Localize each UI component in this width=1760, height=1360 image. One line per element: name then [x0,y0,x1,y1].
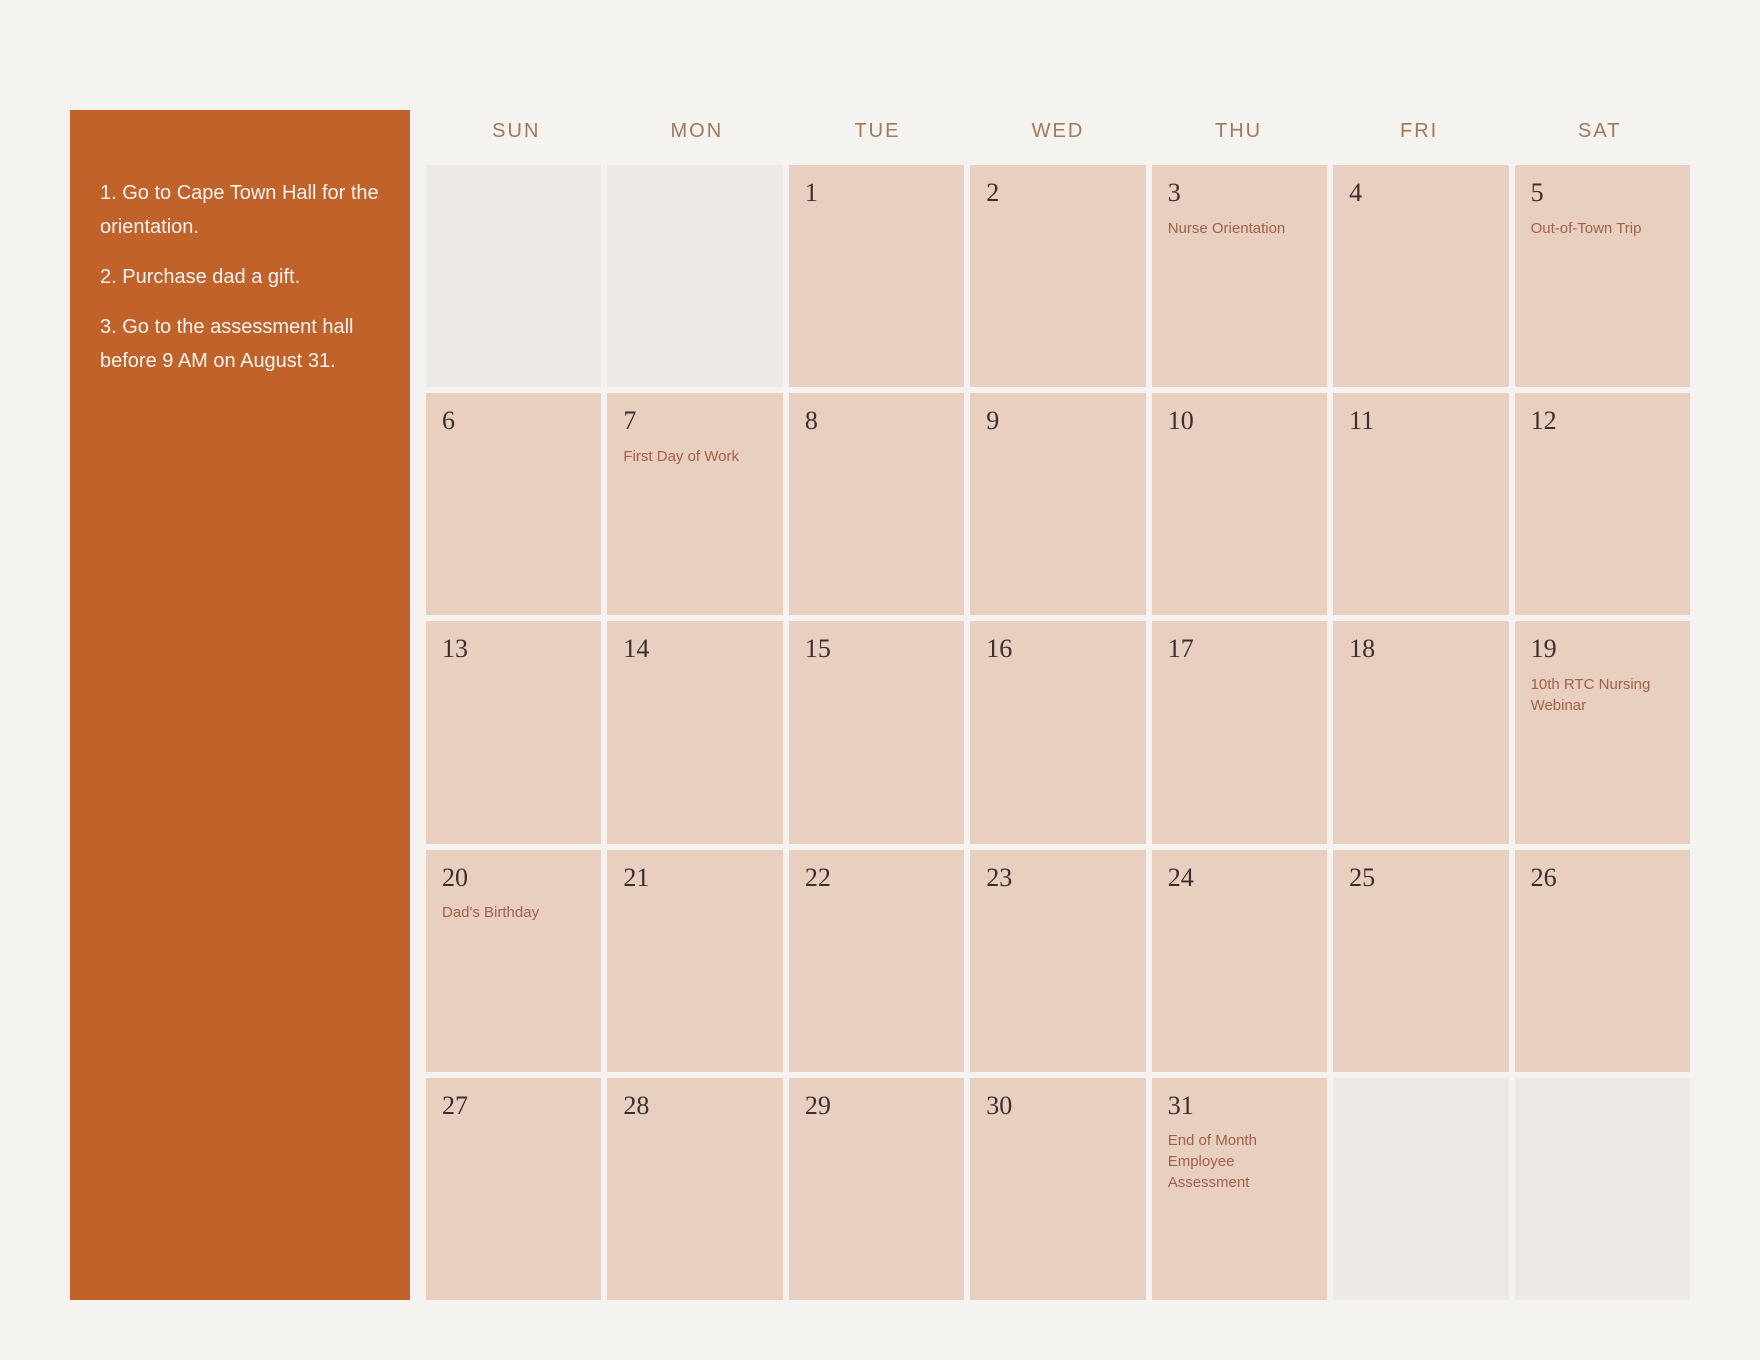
cell-number: 18 [1349,635,1492,664]
calendar-cell: 28 [607,1078,782,1300]
cell-number: 10 [1168,407,1311,436]
cell-event: 10th RTC Nursing Webinar [1531,674,1674,716]
calendar-week-4: 20 Dad's Birthday 21 22 23 24 25 26 [426,850,1690,1072]
calendar-cell: 21 [607,850,782,1072]
page: 1. Go to Cape Town Hall for the orientat… [0,0,1760,1360]
calendar-days-header: SUNMONTUEWEDTHUFRISAT [426,110,1690,159]
cell-number: 29 [805,1092,948,1121]
cell-event: Out-of-Town Trip [1531,218,1674,239]
cell-event: End of Month Employee Assessment [1168,1130,1311,1193]
main-content: 1. Go to Cape Town Hall for the orientat… [70,110,1690,1300]
calendar-cell: 3 Nurse Orientation [1152,165,1327,387]
calendar-week-1: 1 2 3 Nurse Orientation 4 5 Out-of-Town Trip [426,165,1690,387]
cell-number: 11 [1349,407,1492,436]
calendar-cell: 6 [426,393,601,615]
cell-number: 9 [986,407,1129,436]
calendar-cell [1515,1078,1690,1300]
cell-number: 26 [1531,864,1674,893]
calendar-cell: 31 End of Month Employee Assessment [1152,1078,1327,1300]
calendar-cell: 11 [1333,393,1508,615]
cell-number: 23 [986,864,1129,893]
calendar-cell: 8 [789,393,964,615]
calendar-cell: 1 [789,165,964,387]
calendar-week-2: 6 7 First Day of Work 8 9 10 11 12 [426,393,1690,615]
cell-number: 8 [805,407,948,436]
calendar-week-5: 27 28 29 30 31 End of Month Employee Assessme… [426,1078,1690,1300]
calendar-cell: 30 [970,1078,1145,1300]
cell-number: 21 [623,864,766,893]
day-header-mon: MON [607,110,788,159]
note-item: 3. Go to the assessment hall before 9 AM… [100,310,380,378]
calendar-cell: 12 [1515,393,1690,615]
day-header-sun: SUN [426,110,607,159]
calendar-cell [607,165,782,387]
calendar-grid: 123Nurse Orientation45Out-of-Town Trip67… [426,165,1690,1300]
calendar-cell: 13 [426,621,601,843]
calendar-cell: 2 [970,165,1145,387]
cell-number: 3 [1168,179,1311,208]
header [70,60,1690,70]
notes-body: 1. Go to Cape Town Hall for the orientat… [70,146,410,1300]
cell-number: 31 [1168,1092,1311,1121]
cell-number: 22 [805,864,948,893]
calendar-cell: 20 Dad's Birthday [426,850,601,1072]
calendar-cell [426,165,601,387]
calendar-cell: 17 [1152,621,1327,843]
cell-number: 15 [805,635,948,664]
note-item: 2. Purchase dad a gift. [100,260,380,294]
cell-number: 25 [1349,864,1492,893]
calendar-cell: 27 [426,1078,601,1300]
calendar-cell: 5 Out-of-Town Trip [1515,165,1690,387]
cell-event: Nurse Orientation [1168,218,1311,239]
calendar-cell: 9 [970,393,1145,615]
calendar-cell: 24 [1152,850,1327,1072]
day-header-fri: FRI [1329,110,1510,159]
calendar-cell: 29 [789,1078,964,1300]
cell-number: 13 [442,635,585,664]
cell-number: 19 [1531,635,1674,664]
day-header-sat: SAT [1509,110,1690,159]
cell-number: 5 [1531,179,1674,208]
calendar-cell: 26 [1515,850,1690,1072]
cell-number: 2 [986,179,1129,208]
cell-number: 30 [986,1092,1129,1121]
cell-number: 16 [986,635,1129,664]
cell-number: 17 [1168,635,1311,664]
cell-number: 27 [442,1092,585,1121]
cell-event: Dad's Birthday [442,902,585,923]
cell-number: 12 [1531,407,1674,436]
cell-number: 6 [442,407,585,436]
cell-number: 14 [623,635,766,664]
cell-event: First Day of Work [623,446,766,467]
day-header-thu: THU [1148,110,1329,159]
calendar-cell: 19 10th RTC Nursing Webinar [1515,621,1690,843]
calendar-cell: 23 [970,850,1145,1072]
calendar-cell: 4 [1333,165,1508,387]
cell-number: 20 [442,864,585,893]
cell-number: 1 [805,179,948,208]
calendar-cell: 10 [1152,393,1327,615]
calendar-cell [1333,1078,1508,1300]
calendar-cell: 7 First Day of Work [607,393,782,615]
calendar-week-3: 13 14 15 16 17 18 19 10th RTC Nursing Webinar [426,621,1690,843]
calendar-cell: 25 [1333,850,1508,1072]
calendar-cell: 16 [970,621,1145,843]
cell-number: 28 [623,1092,766,1121]
calendar-cell: 14 [607,621,782,843]
cell-number: 7 [623,407,766,436]
note-item: 1. Go to Cape Town Hall for the orientat… [100,176,380,244]
calendar-cell: 22 [789,850,964,1072]
calendar-section: SUNMONTUEWEDTHUFRISAT 123Nurse Orientati… [426,110,1690,1300]
notes-header [70,110,410,146]
notes-section: 1. Go to Cape Town Hall for the orientat… [70,110,410,1300]
day-header-wed: WED [968,110,1149,159]
cell-number: 24 [1168,864,1311,893]
cell-number: 4 [1349,179,1492,208]
day-header-tue: TUE [787,110,968,159]
calendar-cell: 18 [1333,621,1508,843]
calendar-cell: 15 [789,621,964,843]
